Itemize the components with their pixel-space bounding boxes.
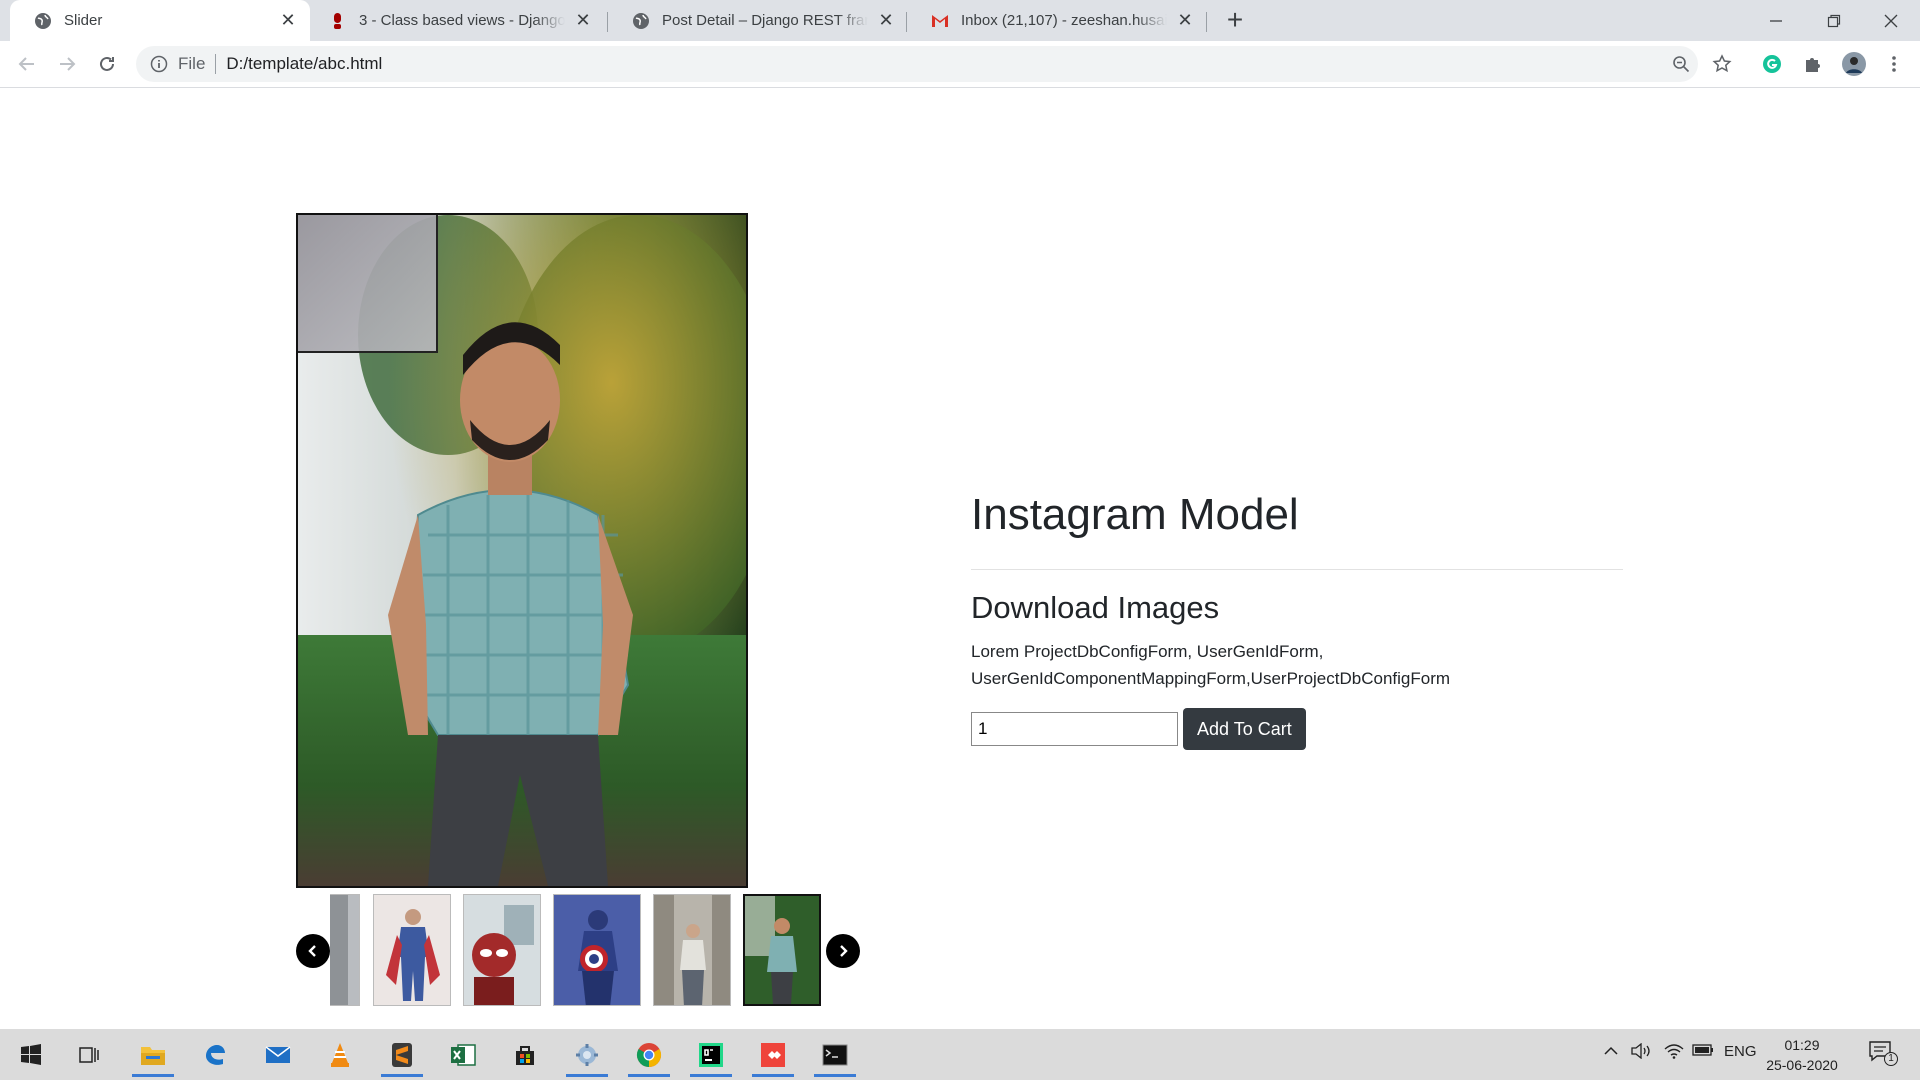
battery-icon[interactable] [1692, 1043, 1714, 1061]
cart-row: Add To Cart [971, 708, 1623, 750]
windows-taskbar: ENG 01:29 25-06-2020 1 [0, 1029, 1920, 1080]
thumbnail-superman[interactable] [373, 894, 451, 1006]
anydesk-icon[interactable] [748, 1032, 798, 1077]
minimize-button[interactable] [1747, 0, 1805, 41]
edge-icon[interactable] [190, 1032, 240, 1077]
divider [971, 569, 1623, 570]
reload-button[interactable] [92, 49, 122, 79]
tab-slider[interactable]: Slider ✕ [10, 0, 310, 41]
thumbnail-man-green-selected[interactable] [743, 894, 821, 1006]
next-arrow-button[interactable] [826, 934, 860, 968]
page-content: Instagram Model Download Images Lorem Pr… [0, 89, 1920, 1029]
menu-kebab-icon[interactable] [1879, 49, 1909, 79]
django-favicon-icon [329, 12, 347, 30]
task-view-icon[interactable] [64, 1032, 114, 1077]
language-indicator[interactable]: ENG [1724, 1043, 1757, 1060]
divider [215, 54, 217, 74]
zoom-icon[interactable] [1666, 49, 1696, 79]
description-line-2: UserGenIdComponentMappingForm,UserProjec… [971, 669, 1451, 688]
close-icon[interactable]: ✕ [876, 10, 896, 31]
tab-django-class-views[interactable]: 3 - Class based views - Django REST fram… [305, 0, 605, 41]
chrome-icon[interactable] [624, 1032, 674, 1077]
excel-icon[interactable] [438, 1032, 488, 1077]
globe-icon [34, 12, 52, 30]
globe-icon [632, 12, 650, 30]
close-icon[interactable]: ✕ [278, 10, 298, 31]
thumbnail-captain-america[interactable] [553, 894, 641, 1006]
back-button[interactable] [12, 49, 42, 79]
volume-icon[interactable] [1631, 1042, 1651, 1063]
thumbnail-partial[interactable] [330, 894, 360, 1006]
url-text[interactable]: D:/template/abc.html [226, 54, 382, 74]
tab-title: Slider [64, 12, 103, 29]
store-icon[interactable] [500, 1032, 550, 1077]
product-details: Instagram Model Download Images Lorem Pr… [971, 489, 1623, 750]
tab-strip: Slider ✕ 3 - Class based views - Django … [0, 0, 1920, 41]
scheme-label: File [178, 54, 206, 73]
bookmark-star-icon[interactable] [1707, 49, 1737, 79]
zoom-lens[interactable] [298, 215, 438, 353]
info-icon[interactable] [150, 55, 168, 73]
grammarly-extension-icon[interactable] [1757, 49, 1787, 79]
tab-title: 3 - Class based views - Django REST fram… [359, 12, 565, 29]
thumbnail-carousel [296, 894, 860, 1010]
tab-gmail-inbox[interactable]: Inbox (21,107) - zeeshan.husain5@gmail.c… [907, 0, 1207, 41]
mail-icon[interactable] [253, 1032, 303, 1077]
tab-post-detail[interactable]: Post Detail – Django REST framework ✕ [608, 0, 908, 41]
description-line-1: Lorem ProjectDbConfigForm, UserGenIdForm… [971, 642, 1324, 661]
thumbnail-deadpool[interactable] [463, 894, 541, 1006]
quantity-input[interactable] [971, 712, 1178, 746]
action-center-button[interactable]: 1 [1868, 1040, 1898, 1068]
extensions-puzzle-icon[interactable] [1798, 49, 1828, 79]
main-product-image[interactable] [296, 213, 748, 888]
gmail-icon [931, 12, 949, 30]
notification-count: 1 [1884, 1052, 1898, 1066]
close-window-button[interactable] [1862, 0, 1920, 41]
forward-button[interactable] [52, 49, 82, 79]
prev-arrow-button[interactable] [296, 934, 330, 968]
product-subtitle: Download Images [971, 590, 1220, 625]
restore-button[interactable] [1805, 0, 1863, 41]
product-title: Instagram Model [971, 490, 1299, 539]
pycharm-icon[interactable] [686, 1032, 736, 1077]
thumbnail-man-street[interactable] [653, 894, 731, 1006]
windows-start-icon[interactable] [6, 1032, 56, 1077]
file-explorer-icon[interactable] [128, 1032, 178, 1077]
add-to-cart-button[interactable]: Add To Cart [1183, 708, 1306, 750]
profile-avatar[interactable] [1839, 49, 1869, 79]
terminal-icon[interactable] [810, 1032, 860, 1077]
sublime-text-icon[interactable] [377, 1032, 427, 1077]
close-icon[interactable]: ✕ [573, 10, 593, 31]
tab-separator [1206, 12, 1207, 32]
clock[interactable]: 01:29 25-06-2020 [1762, 1035, 1842, 1075]
clock-date: 25-06-2020 [1766, 1057, 1838, 1073]
browser-toolbar: File D:/template/abc.html [0, 41, 1920, 88]
tab-title: Inbox (21,107) - zeeshan.husain5@gmail.c… [961, 12, 1167, 29]
wifi-icon[interactable] [1664, 1043, 1684, 1063]
show-hidden-icons-chevron-icon[interactable] [1603, 1043, 1619, 1063]
close-icon[interactable]: ✕ [1175, 10, 1195, 31]
product-description: Lorem ProjectDbConfigForm, UserGenIdForm… [971, 638, 1623, 692]
tab-title: Post Detail – Django REST framework [662, 12, 868, 29]
vlc-icon[interactable] [315, 1032, 365, 1077]
new-tab-button[interactable]: + [1222, 6, 1248, 34]
clock-time: 01:29 [1784, 1037, 1820, 1053]
settings-tool-icon[interactable] [562, 1032, 612, 1077]
address-bar[interactable]: File D:/template/abc.html [136, 46, 1698, 82]
